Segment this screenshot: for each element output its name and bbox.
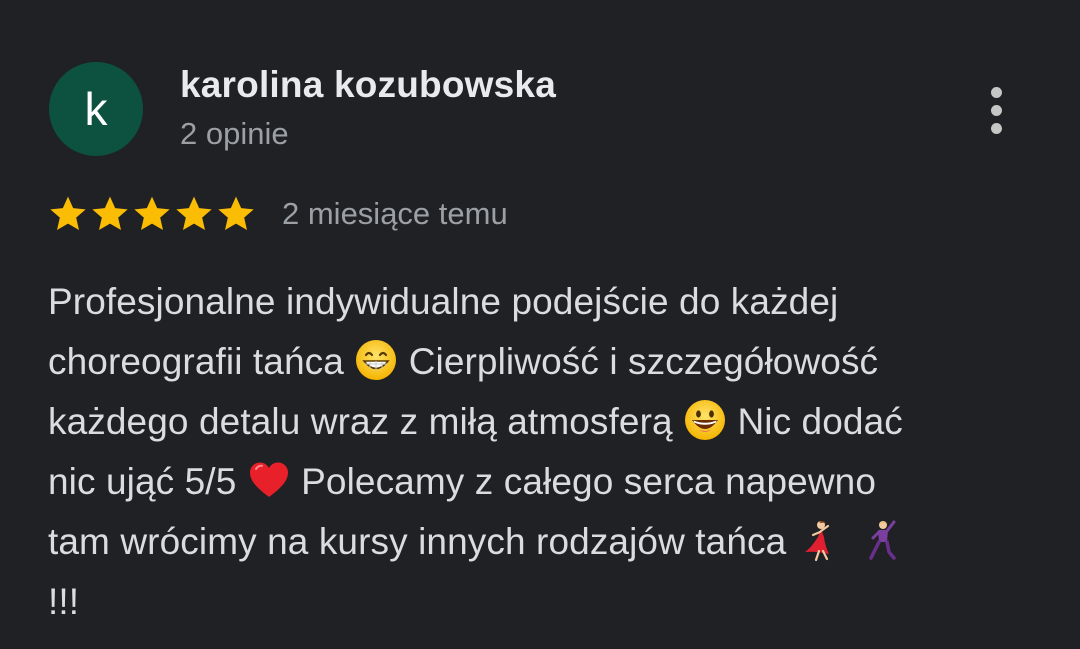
star-icon <box>134 196 170 230</box>
review-text-line: Profesjonalne indywidualne podejście do … <box>48 272 1048 332</box>
star-icon <box>176 196 212 230</box>
grinning-face-emoji <box>685 400 726 440</box>
review-text-segment: Polecamy z całego serca napewno <box>290 461 876 502</box>
rating-row: 2 miesiące temu <box>48 192 508 236</box>
more-vert-icon <box>990 86 1002 98</box>
author-review-count: 2 opinie <box>180 116 289 151</box>
review-text-line: tam wrócimy na kursy innych rodzajów tań… <box>48 512 1048 572</box>
review-date: 2 miesiące temu <box>282 196 508 231</box>
review-text-segment: każdego detalu wraz z miłą atmosferą <box>48 401 684 442</box>
review-card: k karolina kozubowska 2 opinie 2 miesiąc… <box>0 0 1080 649</box>
review-text-segment: Cierpliwość i szczegółowość <box>398 341 879 382</box>
review-text-line: choreografii tańca Cierpliwość i szczegó… <box>48 332 1048 392</box>
star-icon <box>50 196 86 230</box>
avatar-initial: k <box>84 83 108 135</box>
review-text: Profesjonalne indywidualne podejście do … <box>48 272 1048 632</box>
review-text-segment: choreografii tańca <box>48 341 355 382</box>
more-vert-icon-dot <box>990 122 1002 134</box>
star-icon <box>218 196 254 230</box>
red-heart-emoji <box>249 462 288 497</box>
review-text-segment: nic ująć 5/5 <box>48 461 247 502</box>
author-name[interactable]: karolina kozubowska <box>180 64 556 106</box>
review-text-line: !!! <box>48 572 1048 632</box>
review-text-segment: Nic dodać <box>727 401 903 442</box>
review-text-segment: tam wrócimy na kursy innych rodzajów tań… <box>48 521 797 562</box>
star-rating <box>48 194 256 234</box>
dancing-man-emoji <box>869 520 897 560</box>
review-text-line: nic ująć 5/5 Polecamy z całego serca nap… <box>48 452 1048 512</box>
review-text-segment: !!! <box>48 581 80 622</box>
more-vert-icon-dot <box>990 104 1002 116</box>
review-text-segment: Profesjonalne indywidualne podejście do … <box>48 281 839 322</box>
star-icon <box>92 196 128 230</box>
review-text-line: każdego detalu wraz z miłą atmosferą Nic… <box>48 392 1048 452</box>
more-options-button[interactable] <box>972 80 1020 140</box>
dancing-woman-emoji <box>804 520 829 562</box>
grinning-face-with-smiling-eyes-emoji <box>356 340 397 380</box>
avatar[interactable]: k <box>49 62 143 156</box>
